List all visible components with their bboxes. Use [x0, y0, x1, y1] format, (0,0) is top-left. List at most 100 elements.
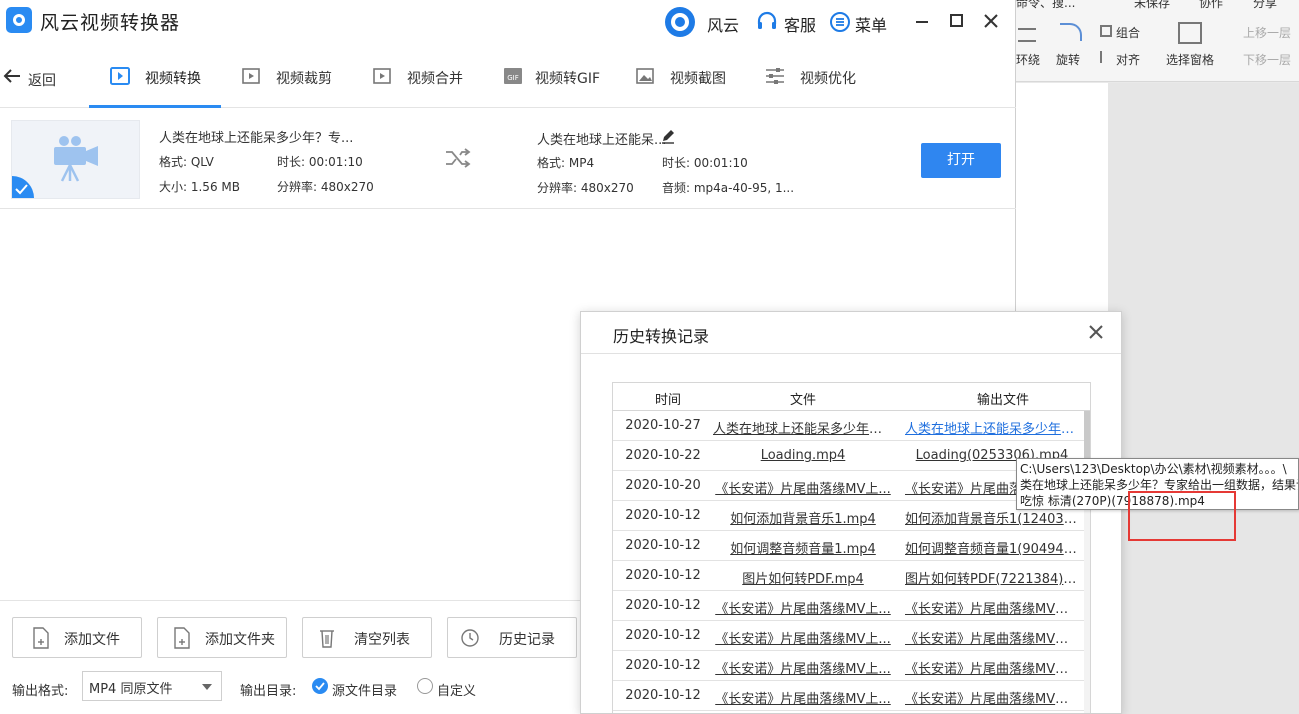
row-file-link[interactable]: 人类在地球上还能呆多少年？专家...: [713, 418, 893, 437]
tab-video-to-gif[interactable]: GIF 视频转GIF: [502, 44, 612, 108]
wrap-icon: [1018, 28, 1036, 42]
video-thumbnail[interactable]: [11, 120, 140, 199]
arrow-left-icon: [3, 69, 20, 83]
brand-link[interactable]: 风云: [707, 12, 739, 36]
row-file-link[interactable]: 《长安诺》片尾曲落缘MV上...: [713, 658, 893, 677]
row-file-link[interactable]: Loading.mp4: [713, 448, 893, 463]
close-icon[interactable]: [980, 10, 1002, 32]
row-output-link[interactable]: 《长安诺》片尾曲落缘MV上...: [905, 658, 1079, 677]
back-button[interactable]: 返回: [0, 66, 70, 89]
add-folder-button[interactable]: 添加文件夹: [157, 617, 287, 658]
edit-pencil-icon[interactable]: [660, 128, 676, 144]
table-row[interactable]: 2020-10-12 《长安诺》片尾曲落缘MV上... 《长安诺》片尾曲落缘MV上.…: [613, 651, 1085, 681]
row-output-link[interactable]: 《长安诺》片尾曲落缘MV上...: [905, 598, 1079, 617]
row-date: 2020-10-22: [625, 448, 701, 463]
trash-icon: [320, 630, 334, 648]
row-output-link[interactable]: 图片如何转PDF(7221384).mp: [905, 568, 1079, 587]
background-side-pane: [1108, 83, 1299, 714]
tab-video-merge[interactable]: 视频合并: [371, 44, 481, 108]
ribbon-bring-forward[interactable]: 上移一层: [1243, 24, 1291, 41]
row-output-link[interactable]: 《长安诺》片尾曲落缘MV上...: [905, 628, 1079, 647]
ribbon-wrap[interactable]: 环绕: [1016, 51, 1040, 68]
ribbon-align[interactable]: 对齐: [1116, 51, 1140, 68]
ribbon-rotate[interactable]: 旋转: [1056, 51, 1080, 68]
add-file-icon: [33, 627, 49, 649]
history-table: 时间 文件 输出文件 2020-10-27 人类在地球上还能呆多少年？专家... 人…: [612, 382, 1091, 713]
clear-list-button[interactable]: 清空列表: [302, 617, 432, 658]
table-row[interactable]: 2020-10-12 《长安诺》片尾曲落缘MV上... 《长安诺》片尾曲落缘MV上.…: [613, 681, 1085, 711]
tab-label: 视频合并: [407, 71, 463, 87]
row-file-link[interactable]: 《长安诺》片尾曲落缘MV上...: [713, 598, 893, 617]
tab-video-convert[interactable]: 视频转换: [89, 44, 221, 108]
row-output-link[interactable]: 《长安诺》片尾曲落缘MV上...: [905, 688, 1079, 707]
ribbon-collab[interactable]: 协作: [1199, 0, 1223, 11]
source-format: 格式: QLV: [159, 155, 214, 169]
row-date: 2020-10-20: [625, 478, 701, 493]
maximize-icon[interactable]: [945, 10, 967, 32]
table-row[interactable]: 2020-10-20 《长安诺》片尾曲落缘MV上... 《长安诺》片尾曲落缘MV上.…: [613, 471, 1085, 501]
row-file-link[interactable]: 如何调整音频音量1.mp4: [713, 538, 893, 557]
customer-service-link[interactable]: 客服: [784, 12, 816, 36]
table-row[interactable]: 2020-10-12 《长安诺》片尾曲落缘MV上... 《长安诺》片尾曲落缘MV上.…: [613, 621, 1085, 651]
back-label: 返回: [28, 73, 56, 89]
row-date: 2020-10-12: [625, 658, 701, 673]
tab-video-optimize[interactable]: 视频优化: [764, 44, 874, 108]
add-file-button[interactable]: 添加文件: [12, 617, 142, 658]
dialog-title: 历史转换记录: [613, 327, 710, 346]
dialog-divider: [581, 353, 1121, 354]
output-format-label: 输出格式:: [12, 684, 69, 699]
screenshot-icon: [636, 68, 654, 84]
menu-icon[interactable]: [829, 11, 851, 33]
row-date: 2020-10-12: [625, 628, 701, 643]
table-scrollbar[interactable]: [1084, 411, 1090, 713]
table-row[interactable]: 2020-10-12 图片如何转PDF.mp4 图片如何转PDF(7221384).…: [613, 561, 1085, 591]
headset-icon[interactable]: [756, 11, 778, 33]
ribbon-group[interactable]: 组合: [1116, 24, 1140, 41]
ribbon-search-text[interactable]: 命令、搜...: [1016, 0, 1075, 11]
ribbon-send-backward[interactable]: 下移一层: [1243, 51, 1291, 68]
radio-custom-dir[interactable]: [417, 678, 433, 694]
table-row[interactable]: 2020-10-12 《长安诺》片尾曲落缘MV上... 《长安诺》片尾曲落缘MV上.…: [613, 591, 1085, 621]
app-logo-icon: [6, 7, 32, 33]
ribbon-share[interactable]: 分享: [1253, 0, 1277, 11]
ribbon-unsaved[interactable]: 未保存: [1134, 0, 1170, 11]
radio-custom-dir-label[interactable]: 自定义: [437, 680, 476, 699]
open-button[interactable]: 打开: [921, 143, 1001, 178]
tab-video-crop[interactable]: 视频裁剪: [240, 44, 350, 108]
output-audio: 音频: mp4a-40-95, 1...: [662, 181, 795, 195]
row-output-link[interactable]: 人类在地球上还能呆多少年？专...: [905, 418, 1079, 437]
close-icon[interactable]: [1087, 323, 1105, 341]
video-crop-icon: [242, 68, 260, 84]
table-row[interactable]: 2020-10-22 Loading.mp4 Loading(0253306).mp…: [613, 441, 1085, 471]
tab-label: 视频优化: [800, 71, 856, 87]
menu-link[interactable]: 菜单: [855, 12, 887, 36]
table-row[interactable]: 2020-10-12 如何调整音频音量1.mp4 如何调整音频音量1(9049431…: [613, 531, 1085, 561]
row-file-link[interactable]: 《长安诺》片尾曲落缘MV上...: [713, 628, 893, 647]
table-row[interactable]: 2020-10-12 如何添加背景音乐1.mp4 如何添加背景音乐1(1240349…: [613, 501, 1085, 531]
table-row[interactable]: 2020-10-27 人类在地球上还能呆多少年？专家... 人类在地球上还能呆多少年…: [613, 411, 1085, 441]
minimize-icon[interactable]: [911, 10, 933, 32]
row-file-link[interactable]: 《长安诺》片尾曲落缘MV上...: [713, 478, 893, 497]
file-list-item[interactable]: 人类在地球上还能呆多少年？专... 格式: QLV 时长: 00:01:10 大…: [0, 109, 1016, 209]
output-format: 格式: MP4: [537, 156, 595, 170]
radio-source-dir[interactable]: [312, 678, 328, 694]
row-file-link[interactable]: 《长安诺》片尾曲落缘MV上...: [713, 688, 893, 707]
row-output-link[interactable]: 如何添加背景音乐1(1240349): [905, 508, 1079, 527]
output-file-name: 人类在地球上还能呆...: [537, 133, 667, 148]
output-resolution: 分辨率: 480x270: [537, 181, 634, 195]
brand-logo-icon[interactable]: [665, 7, 695, 37]
chevron-down-icon: [202, 684, 212, 690]
optimize-icon: [766, 68, 784, 84]
ribbon-select-pane[interactable]: 选择窗格: [1166, 51, 1214, 68]
tab-video-screenshot[interactable]: 视频截图: [634, 44, 744, 108]
history-button[interactable]: 历史记录: [447, 617, 577, 658]
source-resolution: 分辨率: 480x270: [277, 180, 374, 194]
output-format-select[interactable]: MP4 同原文件: [82, 671, 222, 701]
table-header: 时间 文件 输出文件: [613, 383, 1090, 411]
radio-source-dir-label[interactable]: 源文件目录: [332, 680, 397, 699]
row-output-link[interactable]: 如何调整音频音量1(9049431): [905, 538, 1079, 557]
row-date: 2020-10-12: [625, 508, 701, 523]
row-file-link[interactable]: 如何添加背景音乐1.mp4: [713, 508, 893, 527]
row-file-link[interactable]: 图片如何转PDF.mp4: [713, 568, 893, 587]
selected-check-icon[interactable]: [12, 176, 34, 198]
